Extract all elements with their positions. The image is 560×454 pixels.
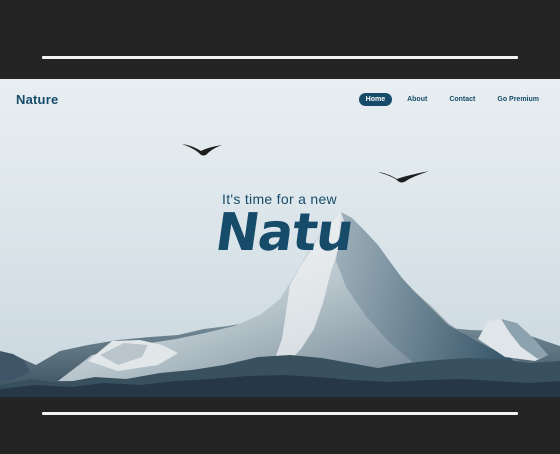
nav-go-premium[interactable]: Go Premium: [490, 93, 546, 106]
brand-logo[interactable]: Nature: [16, 92, 58, 107]
nav-home[interactable]: Home: [358, 93, 393, 106]
bottom-frame-line: [42, 412, 518, 415]
hero-title: Natu: [211, 203, 357, 263]
top-frame-line: [42, 56, 518, 59]
nav-about[interactable]: About: [400, 93, 434, 106]
hero-section: Nature Home About Contact Go Premium It'…: [0, 79, 560, 397]
main-nav: Home About Contact Go Premium: [358, 93, 546, 106]
nav-contact[interactable]: Contact: [442, 93, 482, 106]
